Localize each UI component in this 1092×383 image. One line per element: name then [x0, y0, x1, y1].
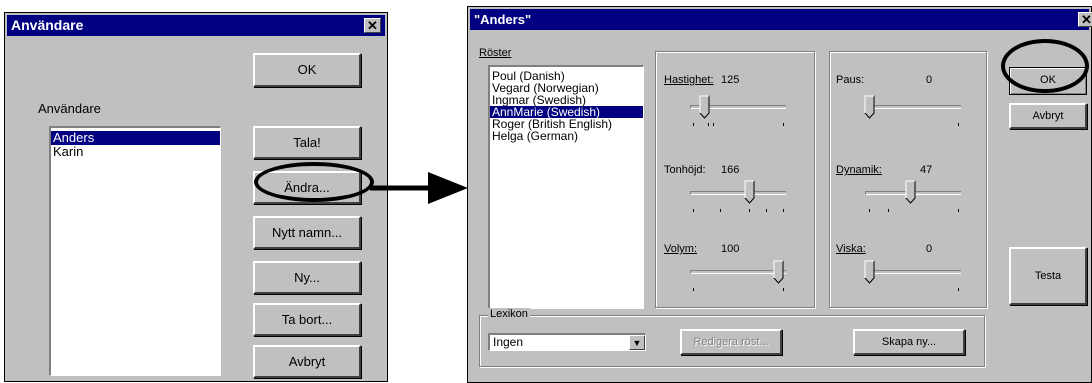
chevron-down-icon[interactable]: ▼ — [629, 335, 645, 350]
voice-dialog-title: "Anders" — [474, 12, 532, 27]
slider-tick — [766, 209, 767, 212]
pause-value: 0 — [926, 74, 933, 86]
slider-tick — [693, 288, 694, 291]
whisper-label: Viska: — [836, 243, 866, 255]
edit-voice-button[interactable]: Redigera röst... — [680, 329, 782, 355]
volume-label: Volym: — [664, 243, 698, 255]
voice-dialog-titlebar: "Anders" ✕ — [470, 9, 1092, 30]
pitch-label: Tonhöjd: — [664, 164, 706, 176]
pause-slider-track — [865, 105, 961, 109]
slider-tick — [749, 209, 750, 212]
speak-button-label: Tala! — [293, 135, 321, 150]
dynamics-label: Dynamik: — [836, 164, 882, 176]
cancel-button[interactable]: Avbryt — [1009, 103, 1087, 129]
user-list-item[interactable]: Anders — [51, 131, 220, 145]
cancel-button-label: Avbryt — [288, 354, 326, 369]
new-name-button-label: Nytt namn... — [271, 225, 343, 240]
users-list[interactable]: Anders Karin — [49, 126, 221, 376]
new-button-label: Ny... — [294, 270, 320, 285]
whisper-slider-track — [865, 270, 961, 274]
slider-tick — [783, 288, 784, 291]
slider-tick — [720, 209, 721, 212]
test-button-label: Testa — [1034, 270, 1062, 282]
ok-button[interactable]: OK — [253, 53, 361, 87]
voices-list[interactable]: Poul (Danish) Vegard (Norwegian) Ingmar … — [488, 65, 644, 309]
highlight-oval — [1001, 39, 1089, 93]
dynamics-slider-thumb[interactable] — [905, 180, 916, 204]
pitch-slider-track — [690, 191, 786, 195]
cancel-button-label: Avbryt — [1032, 110, 1064, 122]
users-dialog-titlebar: Användare ✕ — [7, 15, 385, 36]
users-dialog-title: Användare — [11, 17, 84, 33]
speed-slider-thumb[interactable] — [699, 95, 710, 119]
new-button[interactable]: Ny... — [253, 261, 361, 294]
voices-label-text: Röster — [479, 47, 512, 59]
slider-tick — [783, 209, 784, 212]
slider-tick — [888, 209, 889, 212]
volume-value: 100 — [721, 243, 740, 255]
new-name-button[interactable]: Nytt namn... — [253, 216, 361, 249]
ok-button-label: OK — [297, 62, 317, 77]
close-icon[interactable]: ✕ — [364, 18, 381, 33]
pause-slider-thumb[interactable] — [864, 95, 875, 119]
speed-label: Hastighet: — [664, 74, 714, 86]
voices-label: Röster — [479, 47, 511, 59]
pause-label: Paus: — [836, 74, 865, 86]
slider-tick — [713, 123, 714, 126]
slider-tick — [958, 209, 959, 212]
remove-button[interactable]: Ta bort... — [253, 303, 361, 336]
lexicon-select[interactable]: Ingen ▼ — [488, 333, 646, 351]
whisper-value: 0 — [926, 243, 933, 255]
create-new-button-label: Skapa ny... — [881, 336, 937, 348]
lexicon-select-value: Ingen — [493, 335, 524, 349]
slider-tick — [869, 209, 870, 212]
remove-button-label: Ta bort... — [281, 312, 333, 327]
arrow-icon — [370, 172, 468, 204]
whisper-slider-thumb[interactable] — [864, 260, 875, 284]
user-list-item[interactable]: Karin — [51, 145, 220, 159]
volume-slider-thumb[interactable] — [773, 260, 784, 284]
slider-tick — [783, 123, 784, 126]
users-list-label: Användare — [38, 101, 101, 116]
speed-value: 125 — [721, 74, 740, 86]
cancel-button[interactable]: Avbryt — [253, 345, 361, 378]
test-button[interactable]: Testa — [1009, 247, 1087, 305]
slider-tick — [958, 123, 959, 126]
highlight-oval — [254, 162, 374, 202]
slider-tick — [693, 123, 694, 126]
create-new-button[interactable]: Skapa ny... — [853, 329, 965, 355]
lexicon-group-label: Lexikon — [488, 308, 530, 320]
pitch-value: 166 — [721, 164, 740, 176]
voice-dialog: "Anders" ✕ Röster Poul (Danish) Vegard (… — [467, 6, 1092, 383]
pitch-slider-thumb[interactable] — [744, 180, 755, 204]
volume-slider-track — [690, 270, 786, 274]
voice-list-item[interactable]: Helga (German) — [490, 130, 643, 142]
speak-button[interactable]: Tala! — [253, 126, 361, 159]
slider-tick — [958, 288, 959, 291]
close-icon[interactable]: ✕ — [1078, 12, 1092, 27]
dynamics-value: 47 — [920, 164, 933, 176]
slider-tick — [693, 209, 694, 212]
edit-voice-button-label: Redigera röst... — [693, 336, 769, 348]
slider-tick — [708, 123, 709, 126]
